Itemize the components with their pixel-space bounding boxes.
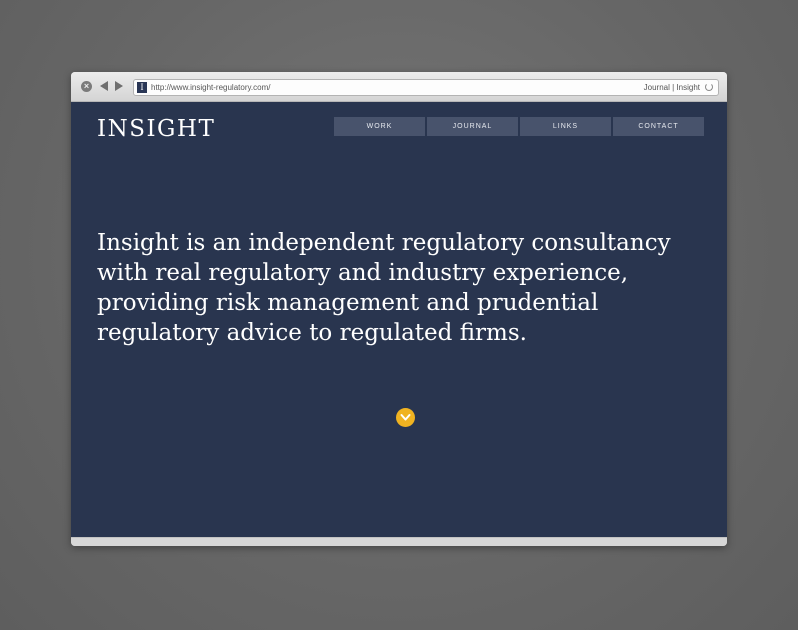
page-title: Journal | Insight — [643, 83, 700, 92]
reload-icon[interactable] — [705, 83, 713, 91]
close-icon[interactable]: × — [81, 81, 92, 92]
nav-item-journal[interactable]: JOURNAL — [427, 117, 518, 136]
scroll-down-button[interactable] — [396, 408, 415, 427]
hero-headline: Insight is an independent regulatory con… — [97, 230, 671, 346]
favicon-icon: I — [137, 82, 147, 93]
page-viewport: INSIGHT WORK JOURNAL LINKS CONTACT Insig… — [71, 102, 727, 538]
forward-arrow-icon[interactable] — [115, 81, 123, 91]
nav-item-links[interactable]: LINKS — [520, 117, 611, 136]
chevron-down-icon — [400, 414, 411, 421]
browser-toolbar: × I http://www.insight-regulatory.com/ J… — [71, 72, 727, 102]
nav-item-work[interactable]: WORK — [334, 117, 425, 136]
main-nav: WORK JOURNAL LINKS CONTACT — [334, 117, 704, 136]
browser-window: × I http://www.insight-regulatory.com/ J… — [71, 72, 727, 546]
back-arrow-icon[interactable] — [100, 81, 108, 91]
site-logo[interactable]: INSIGHT — [97, 116, 215, 142]
url-text[interactable]: http://www.insight-regulatory.com/ — [151, 82, 270, 93]
address-bar[interactable]: I http://www.insight-regulatory.com/ Jou… — [133, 79, 719, 96]
browser-status-bar — [71, 537, 727, 546]
nav-item-contact[interactable]: CONTACT — [613, 117, 704, 136]
